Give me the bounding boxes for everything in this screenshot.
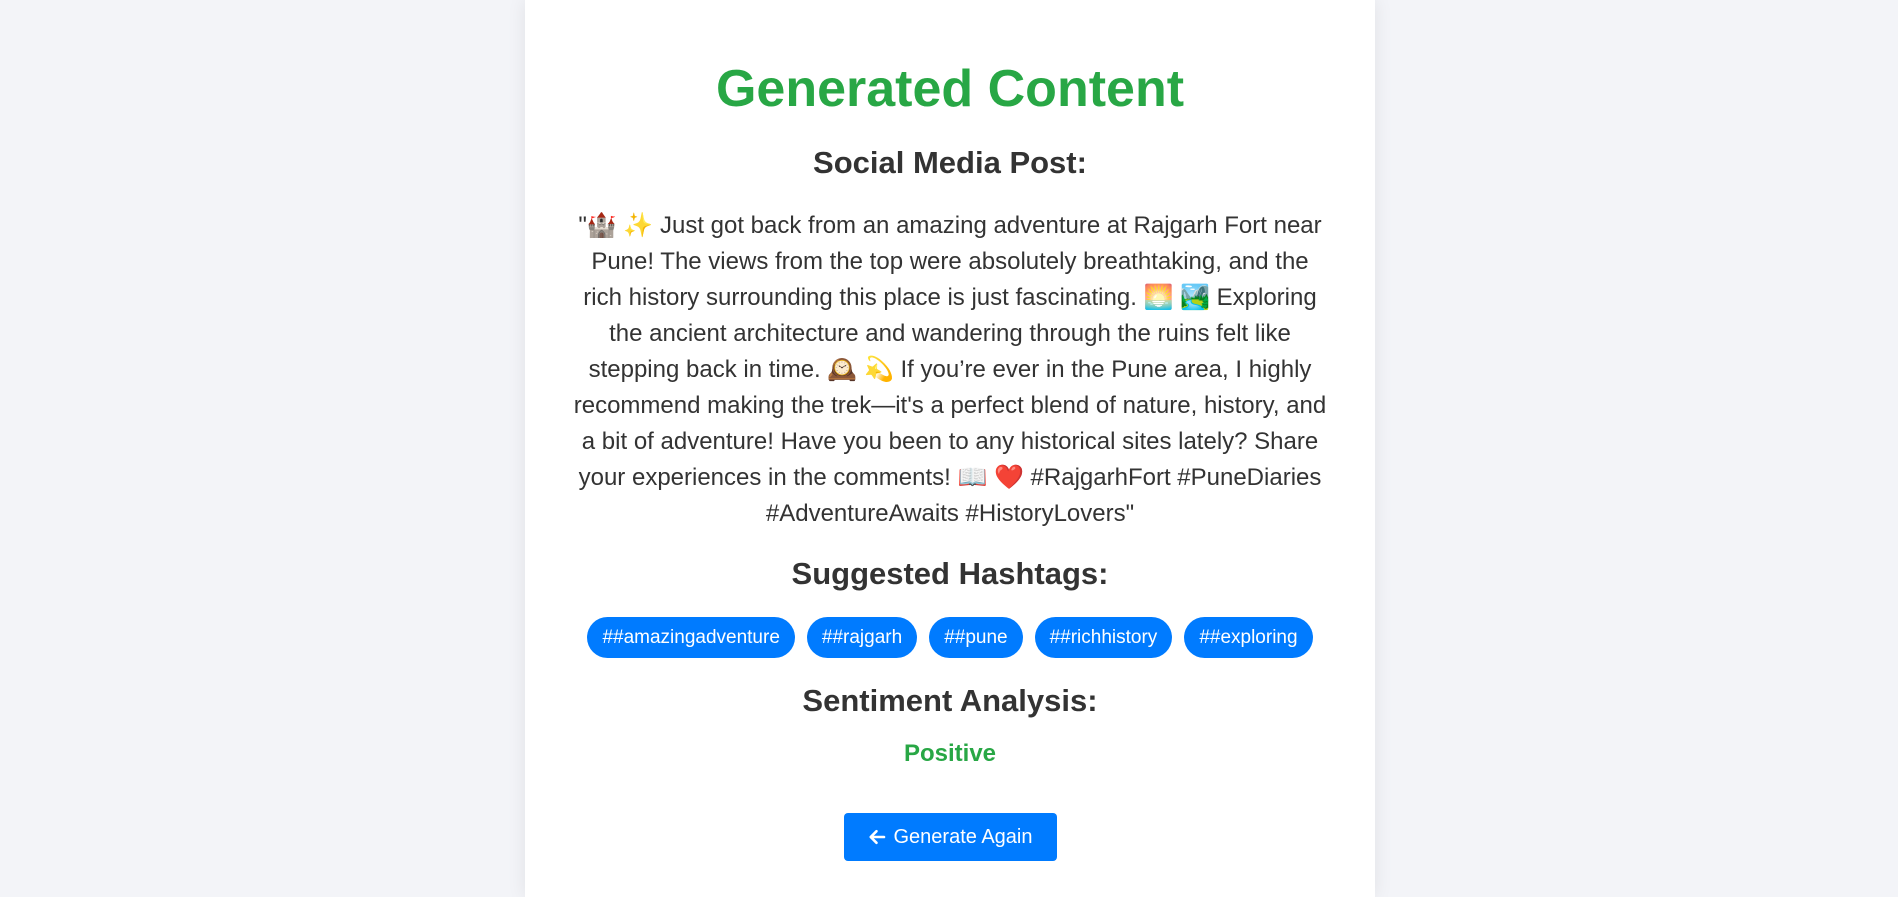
sentiment-value: Positive (903, 740, 997, 767)
hashtag-list: ##amazingadventure ##rajgarh ##pune ##ri… (525, 617, 1375, 658)
page-title: Generated Content (715, 60, 1185, 118)
hashtag-chip[interactable]: ##richhistory (1034, 617, 1173, 658)
generate-again-label: Generate Again (893, 825, 1033, 848)
arrow-left-icon (868, 828, 886, 846)
hashtag-chip[interactable]: ##exploring (1184, 617, 1313, 658)
generate-again-button[interactable]: Generate Again (843, 813, 1057, 861)
content-card: Generated Content Social Media Post: "🏰 … (525, 0, 1375, 897)
hashtag-chip[interactable]: ##rajgarh (806, 617, 918, 658)
post-heading: Social Media Post: (813, 145, 1087, 180)
sentiment-heading: Sentiment Analysis: (802, 683, 1098, 718)
post-text: "🏰 ✨ Just got back from an amazing adven… (573, 212, 1327, 527)
hashtags-heading: Suggested Hashtags: (791, 556, 1109, 591)
hashtag-chip[interactable]: ##amazingadventure (587, 617, 795, 658)
hashtag-chip[interactable]: ##pune (929, 617, 1023, 658)
